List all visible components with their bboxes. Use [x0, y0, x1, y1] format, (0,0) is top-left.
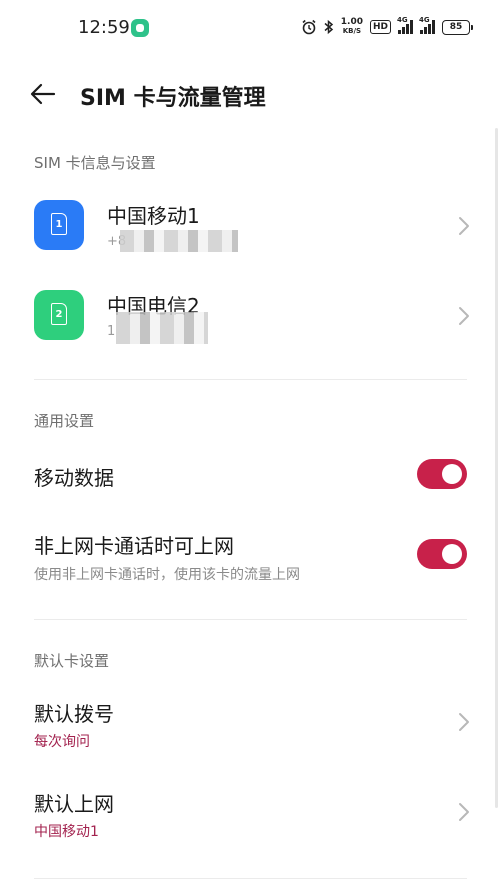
sim1-icon: 1	[34, 200, 84, 250]
call-data-description: 使用非上网卡通话时，使用该卡的流量上网	[34, 567, 300, 583]
default-call-value: 每次询问	[34, 734, 90, 750]
mobile-data-label: 移动数据	[34, 466, 114, 490]
sim-card-row-1[interactable]: 1 中国移动1 +8	[0, 200, 500, 280]
sim1-signal-icon: 4G	[397, 16, 413, 34]
sim-card-row-2[interactable]: 2 中国电信2 1	[0, 290, 500, 370]
default-data-row[interactable]: 默认上网 中国移动1	[0, 780, 500, 846]
mobile-data-toggle[interactable]	[417, 459, 467, 489]
call-data-toggle[interactable]	[417, 539, 467, 569]
redacted-number	[116, 312, 208, 344]
chevron-right-icon	[459, 713, 469, 731]
chevron-right-icon	[459, 217, 469, 235]
section-title-default: 默认卡设置	[34, 652, 110, 670]
alarm-clock-icon	[302, 19, 316, 35]
sim-card-number: 1	[107, 324, 116, 339]
hd-badge: HD	[369, 20, 391, 34]
redacted-number	[120, 230, 238, 252]
chevron-right-icon	[459, 803, 469, 821]
page-header: SIM 卡与流量管理	[0, 72, 500, 116]
default-data-label: 默认上网	[34, 792, 114, 816]
divider	[34, 619, 467, 620]
bluetooth-icon	[324, 19, 333, 35]
call-data-label: 非上网卡通话时可上网	[34, 534, 234, 558]
section-title-general: 通用设置	[34, 412, 95, 430]
status-time: 12:59	[78, 17, 130, 38]
sim-card-name: 中国移动1	[107, 204, 200, 228]
default-call-row[interactable]: 默认拨号 每次询问	[0, 690, 500, 756]
battery-icon: 85	[442, 19, 473, 35]
chevron-right-icon	[459, 307, 469, 325]
green-app-icon	[131, 19, 149, 37]
page-title: SIM 卡与流量管理	[80, 86, 266, 111]
default-call-label: 默认拨号	[34, 702, 114, 726]
divider	[34, 379, 467, 380]
sim2-icon: 2	[34, 290, 84, 340]
mobile-data-row[interactable]: 移动数据	[0, 452, 500, 502]
default-data-value: 中国移动1	[34, 824, 99, 840]
section-title-sim: SIM 卡信息与设置	[34, 154, 156, 172]
status-icons: 1.00 KB/S HD 4G 4G 85	[301, 16, 473, 36]
sim2-signal-icon: 4G	[419, 16, 435, 34]
network-speed: 1.00 KB/S	[340, 17, 363, 36]
call-data-row[interactable]: 非上网卡通话时可上网 使用非上网卡通话时，使用该卡的流量上网	[0, 526, 500, 590]
arrow-left-icon[interactable]	[30, 82, 56, 106]
status-bar: 12:59 1.00 KB/S HD 4G 4G 85	[0, 0, 500, 56]
divider	[34, 878, 467, 879]
